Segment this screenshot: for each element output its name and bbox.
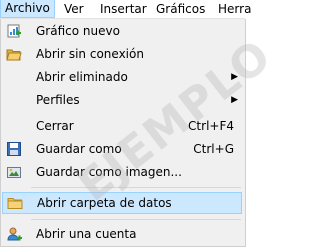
- menu-item-abrir-sin-conexion[interactable]: Abrir sin conexión: [2, 43, 242, 65]
- menu-item-shortcut: Ctrl+F4: [188, 119, 234, 133]
- menu-separator: [31, 187, 241, 188]
- menu-item-label: Abrir una cuenta: [36, 227, 137, 241]
- open-folder-icon: [6, 49, 22, 61]
- menu-item-label: Cerrar: [36, 119, 74, 133]
- folder-icon: [7, 198, 23, 209]
- menu-ver[interactable]: Ver: [60, 0, 88, 18]
- save-icon: [7, 142, 21, 156]
- menu-item-abrir-eliminado[interactable]: Abrir eliminado ▶: [2, 66, 242, 88]
- menu-item-label: Abrir carpeta de datos: [37, 196, 172, 210]
- menu-herramientas[interactable]: Herra: [214, 0, 255, 18]
- menu-graficos[interactable]: Gráficos: [152, 0, 209, 18]
- menu-item-label: Abrir eliminado: [36, 70, 128, 84]
- menu-item-label: Guardar como imagen...: [36, 165, 182, 179]
- menu-item-label: Gráfico nuevo: [36, 24, 120, 38]
- menu-item-shortcut: Ctrl+G: [193, 142, 234, 156]
- menu-separator: [31, 219, 241, 220]
- new-chart-icon: [7, 24, 21, 38]
- menu-item-label: Perfiles: [36, 93, 80, 107]
- save-image-icon: [7, 167, 21, 178]
- menu-item-label: Abrir sin conexión: [36, 47, 144, 61]
- menu-item-abrir-carpeta-de-datos[interactable]: Abrir carpeta de datos: [2, 192, 242, 214]
- submenu-arrow-icon: ▶: [231, 95, 238, 105]
- menu-item-perfiles[interactable]: Perfiles ▶: [2, 89, 242, 111]
- menu-item-guardar-como-imagen[interactable]: Guardar como imagen...: [2, 161, 242, 183]
- menu-item-cerrar[interactable]: Cerrar Ctrl+F4: [2, 115, 242, 137]
- menu-item-abrir-una-cuenta[interactable]: Abrir una cuenta: [2, 223, 242, 245]
- menu-insertar[interactable]: Insertar: [96, 0, 151, 18]
- submenu-arrow-icon: ▶: [231, 72, 238, 82]
- archivo-dropdown: Gráfico nuevo Abrir sin conexión Abrir e…: [0, 19, 246, 247]
- menu-item-label: Guardar como: [36, 142, 122, 156]
- menu-bar: Archivo Ver Insertar Gráficos Herra: [0, 0, 251, 19]
- menu-item-grafico-nuevo[interactable]: Gráfico nuevo: [2, 20, 242, 42]
- menu-item-guardar-como[interactable]: Guardar como Ctrl+G: [2, 138, 242, 160]
- menu-archivo[interactable]: Archivo: [0, 0, 55, 18]
- add-user-icon: [7, 227, 22, 241]
